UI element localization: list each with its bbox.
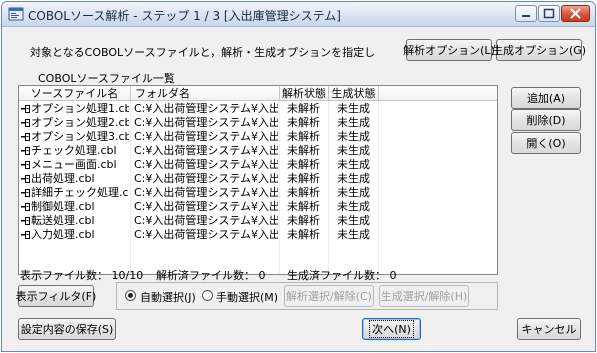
maximize-icon: [543, 8, 555, 19]
manual-select-label[interactable]: 手動選択(M): [216, 289, 278, 305]
source-file-list[interactable]: ソースファイル名 フォルダ名 解析状態 生成状態 オプション処理1.cbl C:¥…: [18, 85, 498, 275]
source-file-icon: [21, 119, 30, 127]
source-file-icon: [21, 161, 30, 169]
analysis-status-cell: 未解析: [287, 130, 320, 143]
generation-status-cell: 未生成: [337, 102, 370, 115]
analysis-status-cell: 未解析: [287, 158, 320, 171]
generation-status-cell: 未生成: [337, 130, 370, 143]
auto-select-radio[interactable]: [125, 290, 136, 301]
source-file-icon: [21, 217, 30, 225]
file-name-cell: 入力処理.cbl: [31, 228, 95, 241]
column-header-file[interactable]: ソースファイル名: [19, 86, 131, 101]
column-header-generation[interactable]: 生成状態: [329, 86, 379, 101]
generation-options-button[interactable]: 生成オプション(G): [492, 39, 586, 61]
save-settings-button[interactable]: 設定内容の保存(S): [18, 318, 116, 340]
analysis-status-cell: 未解析: [287, 144, 320, 157]
analysis-options-button[interactable]: 解析オプション(L): [403, 39, 495, 61]
next-button-label: 次へ(N): [369, 320, 414, 338]
app-icon: [8, 7, 24, 21]
column-header-filler: [379, 86, 497, 101]
delete-button[interactable]: 削除(D): [511, 109, 581, 131]
file-name-cell: 詳細チェック処理.cbl: [31, 186, 129, 199]
add-button[interactable]: 追加(A): [511, 87, 581, 109]
list-item[interactable]: オプション処理2.cbl C:¥入出荷管理システム¥入出... 未解析 未生成: [19, 116, 497, 130]
folder-cell: C:¥入出荷管理システム¥入出...: [134, 200, 278, 213]
minimize-icon: [522, 15, 530, 17]
file-name-cell: 転送処理.cbl: [31, 214, 95, 227]
auto-select-label[interactable]: 自動選択(J): [140, 289, 196, 305]
maximize-button[interactable]: [538, 5, 560, 22]
file-name-cell: 出荷処理.cbl: [31, 172, 95, 185]
analysis-status-cell: 未解析: [287, 116, 320, 129]
source-file-icon: [21, 175, 30, 183]
list-item[interactable]: オプション処理3.cbl C:¥入出荷管理システム¥入出... 未解析 未生成: [19, 130, 497, 144]
generated-file-count: 生成済ファイル数： 0: [287, 269, 397, 282]
next-button[interactable]: 次へ(N): [362, 318, 421, 340]
instruction-text: 対象となるCOBOLソースファイルと，解析・生成オプションを指定し: [30, 46, 376, 59]
cancel-button[interactable]: キャンセル: [517, 318, 581, 340]
generation-status-cell: 未生成: [337, 158, 370, 171]
list-item[interactable]: 転送処理.cbl C:¥入出荷管理システム¥入出... 未解析 未生成: [19, 214, 497, 228]
file-name-cell: チェック処理.cbl: [31, 144, 117, 157]
source-file-icon: [21, 231, 30, 239]
generation-toggle-button[interactable]: 生成選択/解除(H): [379, 285, 469, 307]
folder-cell: C:¥入出荷管理システム¥入出...: [134, 186, 278, 199]
generation-status-cell: 未生成: [337, 228, 370, 241]
source-file-icon: [21, 133, 30, 141]
source-file-icon: [21, 203, 30, 211]
folder-cell: C:¥入出荷管理システム¥入出...: [134, 158, 278, 171]
analysis-toggle-button[interactable]: 解析選択/解除(C): [284, 285, 374, 307]
title-bar[interactable]: COBOLソース解析 - ステップ 1 / 3 [入出庫管理システム]: [2, 2, 595, 27]
minimize-button[interactable]: [515, 5, 537, 22]
dialog-window: COBOLソース解析 - ステップ 1 / 3 [入出庫管理システム] 対象とな…: [1, 1, 596, 352]
generation-status-cell: 未生成: [337, 214, 370, 227]
list-item[interactable]: メニュー画面.cbl C:¥入出荷管理システム¥入出... 未解析 未生成: [19, 158, 497, 172]
generation-status-cell: 未生成: [337, 144, 370, 157]
close-icon: [570, 8, 581, 19]
file-name-cell: オプション処理1.cbl: [31, 102, 129, 115]
close-button[interactable]: [561, 5, 590, 22]
source-file-icon: [21, 189, 30, 197]
folder-cell: C:¥入出荷管理システム¥入出...: [134, 172, 278, 185]
analysis-status-cell: 未解析: [287, 102, 320, 115]
source-list-label: COBOLソースファイル一覧: [38, 72, 175, 85]
analysis-status-cell: 未解析: [287, 200, 320, 213]
display-file-count: 表示ファイル数： 10/10: [20, 269, 144, 282]
list-item[interactable]: 入力処理.cbl C:¥入出荷管理システム¥入出... 未解析 未生成: [19, 228, 497, 242]
source-file-icon: [21, 105, 30, 113]
folder-cell: C:¥入出荷管理システム¥入出...: [134, 144, 278, 157]
generation-status-cell: 未生成: [337, 116, 370, 129]
file-name-cell: メニュー画面.cbl: [31, 158, 117, 171]
list-item[interactable]: 詳細チェック処理.cbl C:¥入出荷管理システム¥入出... 未解析 未生成: [19, 186, 497, 200]
source-file-icon: [21, 147, 30, 155]
column-header-analysis[interactable]: 解析状態: [280, 86, 329, 101]
analysis-status-cell: 未解析: [287, 228, 320, 241]
analysis-status-cell: 未解析: [287, 214, 320, 227]
analysis-status-cell: 未解析: [287, 186, 320, 199]
generation-status-cell: 未生成: [337, 172, 370, 185]
list-item[interactable]: 出荷処理.cbl C:¥入出荷管理システム¥入出... 未解析 未生成: [19, 172, 497, 186]
open-button[interactable]: 開く(O): [511, 132, 581, 154]
generation-status-cell: 未生成: [337, 200, 370, 213]
folder-cell: C:¥入出荷管理システム¥入出...: [134, 130, 278, 143]
file-name-cell: オプション処理2.cbl: [31, 116, 129, 129]
analyzed-file-count: 解析済ファイル数： 0: [156, 269, 266, 282]
list-item[interactable]: チェック処理.cbl C:¥入出荷管理システム¥入出... 未解析 未生成: [19, 144, 497, 158]
list-item[interactable]: 制御処理.cbl C:¥入出荷管理システム¥入出... 未解析 未生成: [19, 200, 497, 214]
folder-cell: C:¥入出荷管理システム¥入出...: [134, 228, 278, 241]
column-header-folder[interactable]: フォルダ名: [131, 86, 280, 101]
folder-cell: C:¥入出荷管理システム¥入出...: [134, 214, 278, 227]
analysis-status-cell: 未解析: [287, 172, 320, 185]
file-name-cell: オプション処理3.cbl: [31, 130, 129, 143]
dialog-body: 対象となるCOBOLソースファイルと，解析・生成オプションを指定し 解析オプショ…: [2, 27, 595, 351]
folder-cell: C:¥入出荷管理システム¥入出...: [134, 102, 278, 115]
folder-cell: C:¥入出荷管理システム¥入出...: [134, 116, 278, 129]
file-name-cell: 制御処理.cbl: [31, 200, 95, 213]
generation-status-cell: 未生成: [337, 186, 370, 199]
window-title: COBOLソース解析 - ステップ 1 / 3 [入出庫管理システム]: [28, 9, 341, 23]
manual-select-radio[interactable]: [202, 290, 213, 301]
display-filter-button[interactable]: 表示フィルタ(F): [16, 285, 96, 307]
list-item[interactable]: オプション処理1.cbl C:¥入出荷管理システム¥入出... 未解析 未生成: [19, 102, 497, 116]
